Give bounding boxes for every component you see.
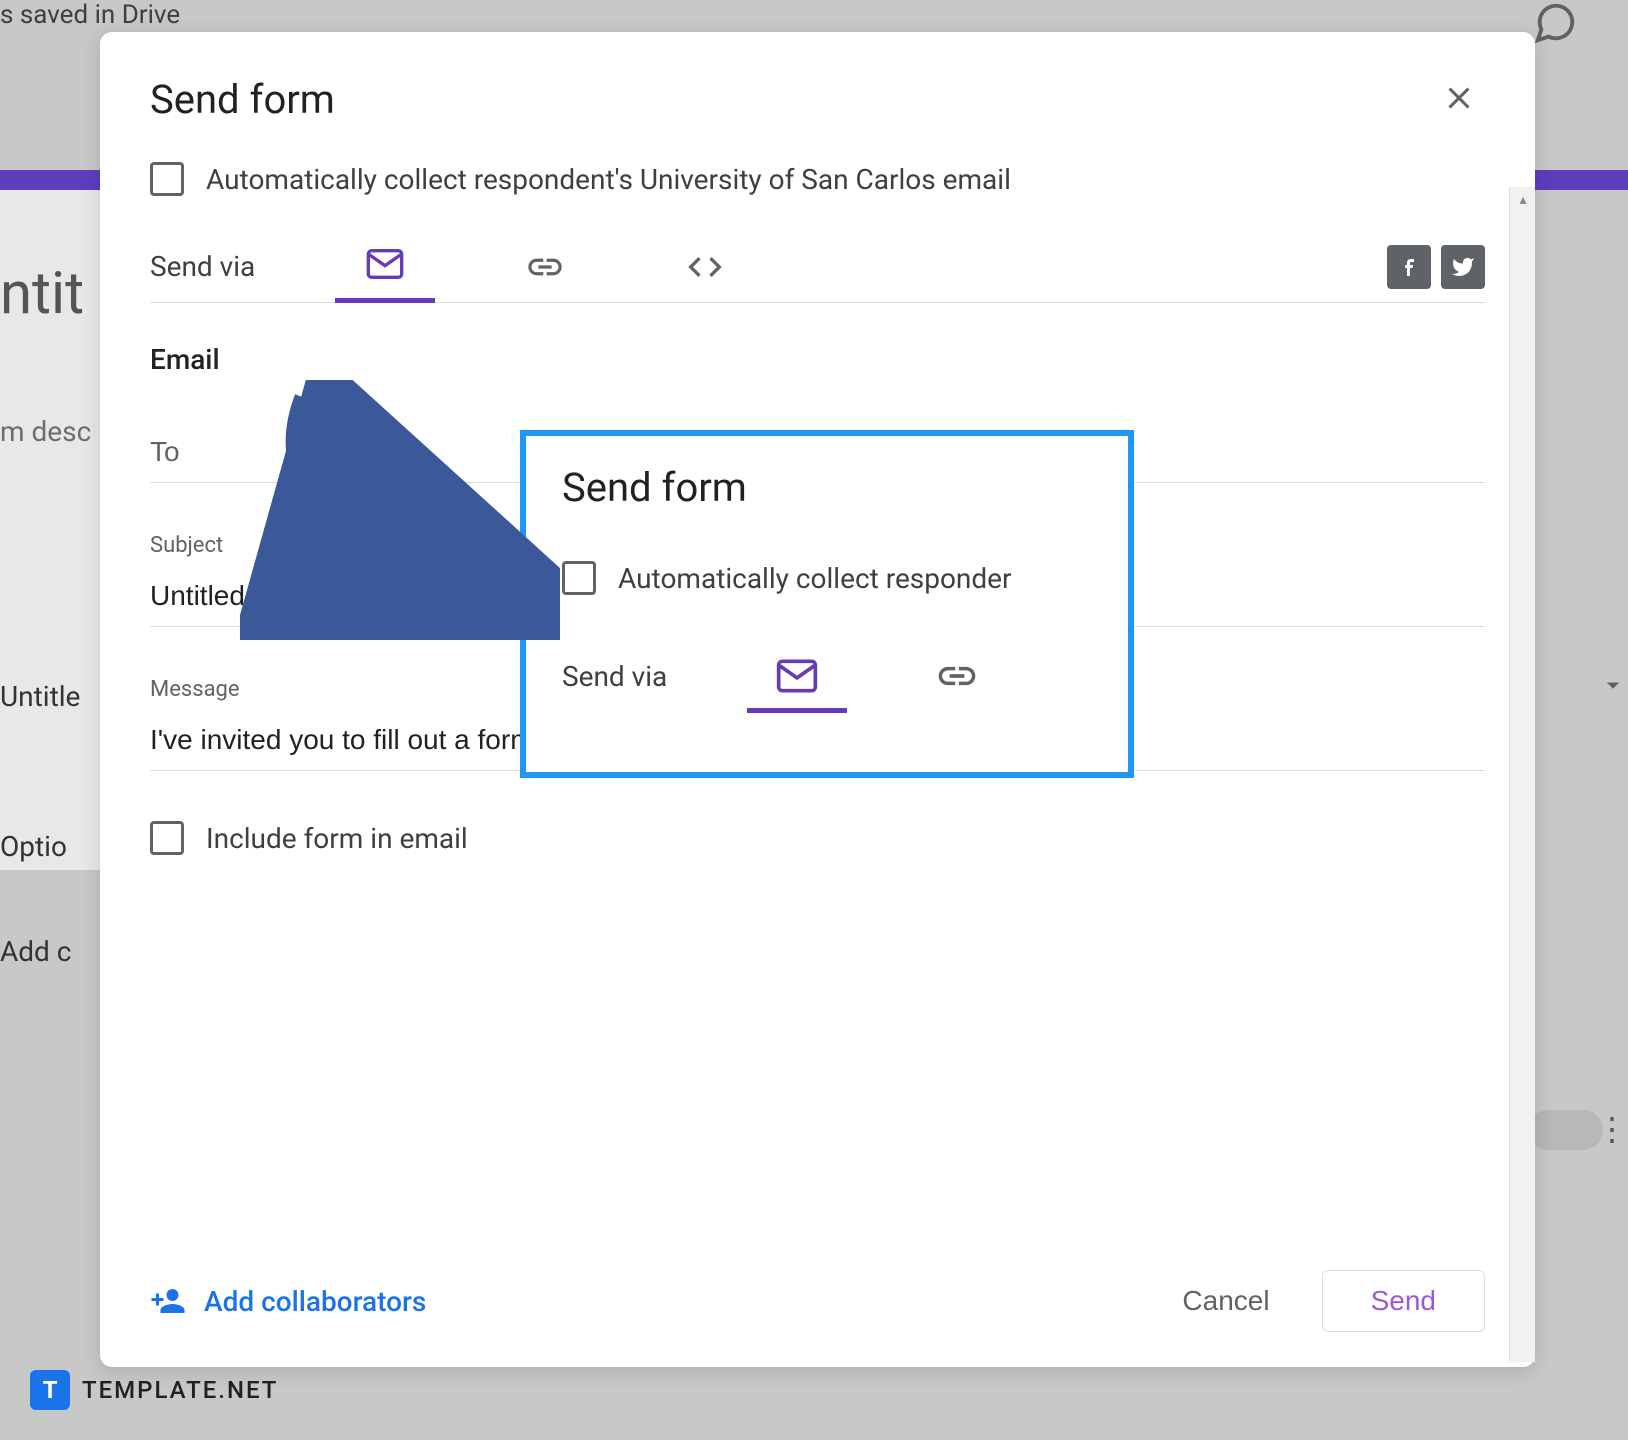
callout-send-via-label: Send via	[562, 660, 667, 693]
watermark-text: TEMPLATE.NET	[82, 1376, 278, 1404]
callout-tab-link	[907, 645, 1007, 707]
close-icon	[1441, 80, 1477, 116]
link-icon	[935, 654, 979, 698]
collect-email-checkbox[interactable]	[150, 162, 184, 196]
tab-embed[interactable]	[655, 231, 755, 303]
comment-icon	[1532, 0, 1578, 50]
callout-title: Send form	[562, 464, 1092, 511]
twitter-icon	[1451, 255, 1475, 279]
collect-email-label: Automatically collect respondent's Unive…	[206, 163, 1011, 196]
include-form-label: Include form in email	[206, 822, 468, 855]
bg-title-fragment: ntit	[0, 260, 84, 328]
facebook-share-button[interactable]	[1387, 245, 1431, 289]
twitter-share-button[interactable]	[1441, 245, 1485, 289]
facebook-icon	[1397, 255, 1421, 279]
link-icon	[525, 247, 565, 287]
bg-addc-fragment: Add c	[0, 935, 71, 968]
add-collaborators-label: Add collaborators	[204, 1285, 426, 1318]
send-button[interactable]: Send	[1322, 1270, 1485, 1332]
callout-tab-email	[747, 645, 847, 707]
email-icon	[365, 244, 405, 284]
add-collaborators-link[interactable]: Add collaborators	[150, 1283, 426, 1319]
annotation-callout: Send form Automatically collect responde…	[520, 430, 1134, 778]
bg-untitle-fragment: Untitle	[0, 680, 80, 713]
more-icon: ⋮	[1596, 1110, 1628, 1148]
bg-toggle	[1528, 1110, 1603, 1150]
bg-saved-text: s saved in Drive	[0, 0, 180, 30]
cancel-button[interactable]: Cancel	[1150, 1271, 1301, 1331]
chevron-down-icon	[1598, 670, 1628, 704]
tab-link[interactable]	[495, 231, 595, 303]
callout-checkbox	[562, 561, 596, 595]
email-icon	[775, 654, 819, 698]
embed-icon	[685, 247, 725, 287]
email-section-header: Email	[150, 343, 1485, 376]
bg-desc-fragment: m desc	[0, 415, 91, 448]
dialog-title: Send form	[150, 76, 335, 123]
tab-email[interactable]	[335, 231, 435, 303]
add-person-icon	[150, 1283, 186, 1319]
close-button[interactable]	[1433, 72, 1485, 127]
callout-checkbox-label: Automatically collect responder	[618, 562, 1012, 595]
watermark: T TEMPLATE.NET	[30, 1370, 278, 1410]
send-via-label: Send via	[150, 250, 255, 283]
bg-optio-fragment: Optio	[0, 830, 67, 863]
watermark-icon: T	[30, 1370, 70, 1410]
include-form-checkbox[interactable]	[150, 821, 184, 855]
